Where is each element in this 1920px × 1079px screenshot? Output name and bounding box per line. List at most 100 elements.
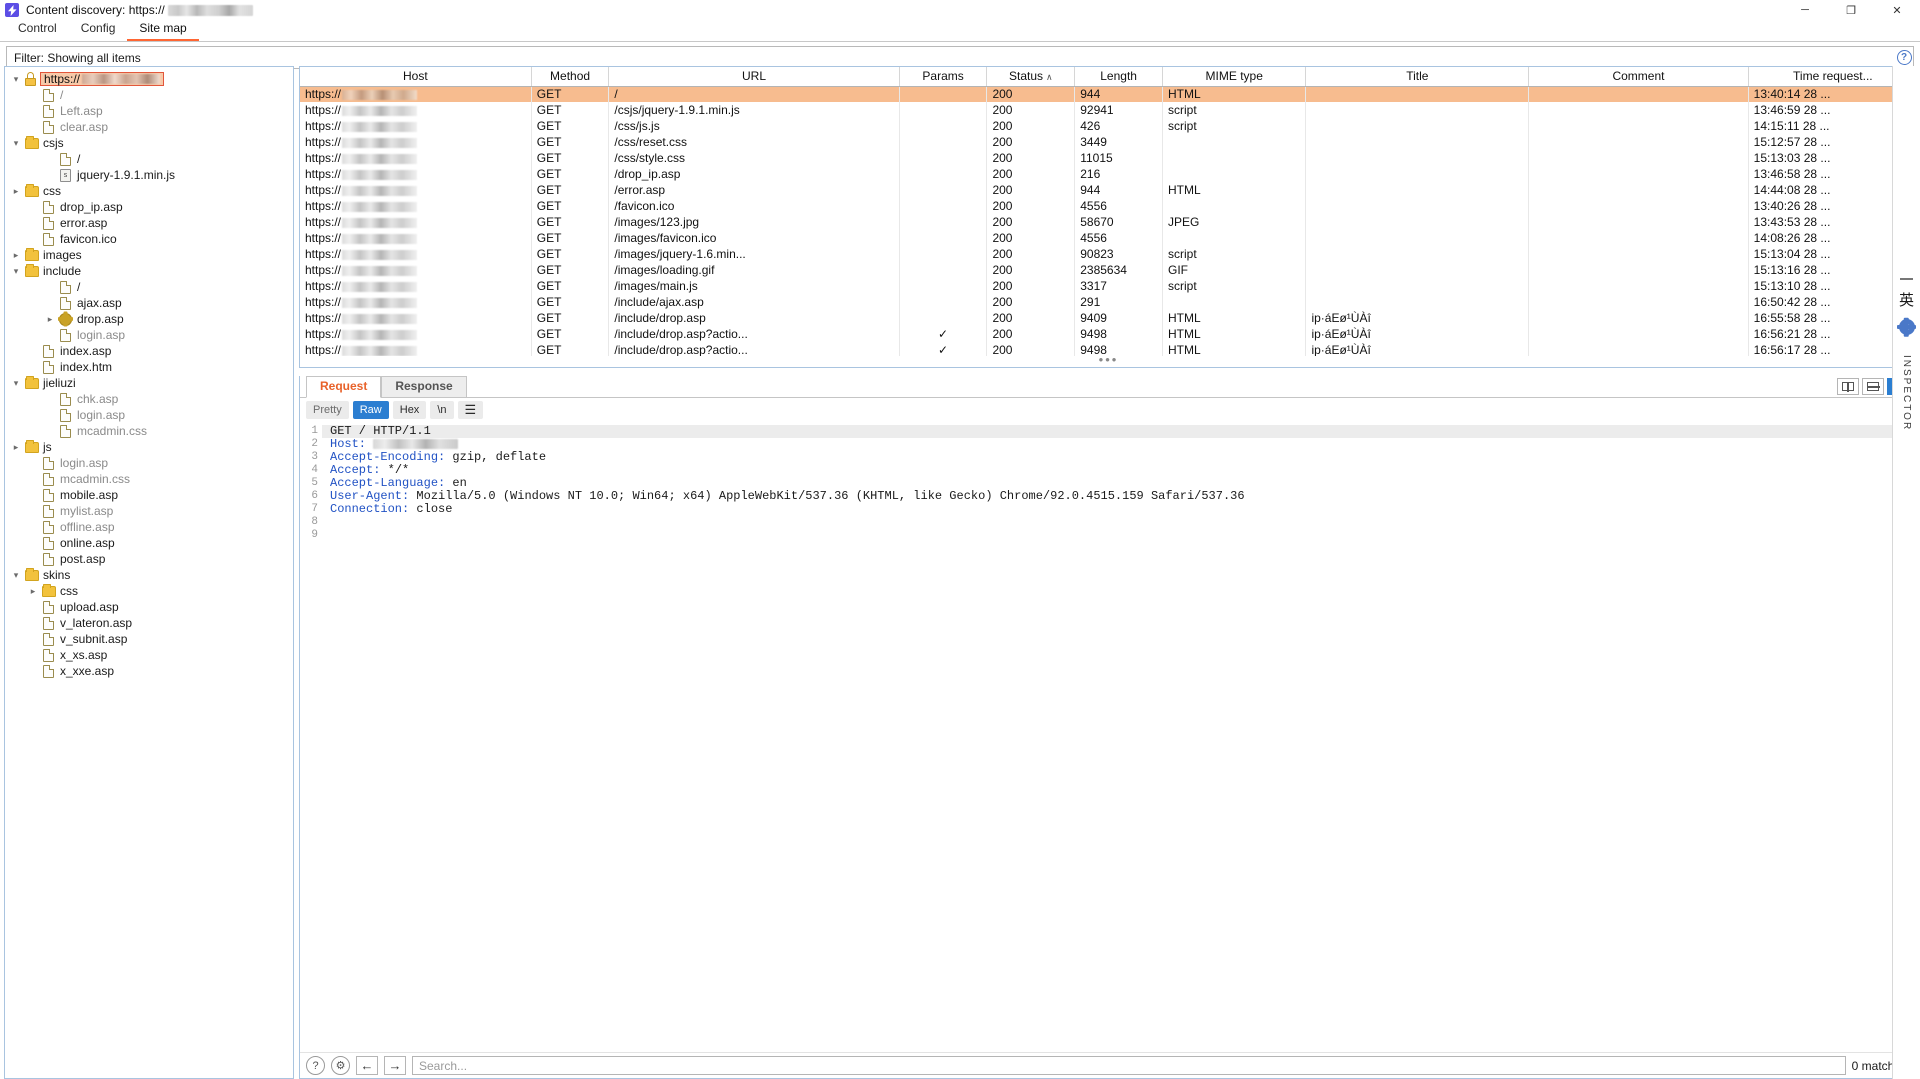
table-row[interactable]: https://GET/include/ajax.asp20029116:50:… bbox=[300, 294, 1917, 310]
collapse-icon[interactable] bbox=[1900, 278, 1913, 280]
tree-row[interactable]: drop_ip.asp bbox=[5, 199, 293, 215]
table-row[interactable]: https://GET/css/reset.css200344915:12:57… bbox=[300, 134, 1917, 150]
tab-response[interactable]: Response bbox=[381, 376, 466, 397]
tree-row[interactable]: v_lateron.asp bbox=[5, 615, 293, 631]
tree-row[interactable]: login.asp bbox=[5, 327, 293, 343]
table-row[interactable]: https://GET/images/favicon.ico200455614:… bbox=[300, 230, 1917, 246]
newline-button[interactable]: \n bbox=[430, 401, 453, 419]
chevron-down-icon[interactable]: ▾ bbox=[9, 567, 23, 583]
split-view-icon[interactable] bbox=[1837, 378, 1859, 395]
tree-row[interactable]: clear.asp bbox=[5, 119, 293, 135]
tab-site-map[interactable]: Site map bbox=[127, 19, 198, 41]
table-row[interactable]: https://GET/images/jquery-1.6.min...2009… bbox=[300, 246, 1917, 262]
tree-row[interactable]: mcadmin.css bbox=[5, 423, 293, 439]
table-row[interactable]: https://GET/favicon.ico200455613:40:26 2… bbox=[300, 198, 1917, 214]
tree-row[interactable]: upload.asp bbox=[5, 599, 293, 615]
chevron-right-icon[interactable]: ▸ bbox=[9, 247, 23, 263]
tree-row[interactable]: mylist.asp bbox=[5, 503, 293, 519]
tree-row[interactable]: online.asp bbox=[5, 535, 293, 551]
table-row[interactable]: https://GET/include/drop.asp?actio...✓20… bbox=[300, 326, 1917, 342]
tree-row[interactable]: mobile.asp bbox=[5, 487, 293, 503]
help-icon[interactable]: ? bbox=[1897, 50, 1912, 65]
hex-button[interactable]: Hex bbox=[393, 401, 427, 419]
tree-row[interactable]: mcadmin.css bbox=[5, 471, 293, 487]
chevron-right-icon[interactable]: ▸ bbox=[26, 583, 40, 599]
tree-row[interactable]: chk.asp bbox=[5, 391, 293, 407]
tree-row[interactable]: / bbox=[5, 279, 293, 295]
language-icon[interactable]: 英 bbox=[1899, 289, 1914, 310]
tree-row[interactable]: post.asp bbox=[5, 551, 293, 567]
tree-row[interactable]: ▸css bbox=[5, 583, 293, 599]
column-header-title[interactable]: Title bbox=[1306, 67, 1529, 86]
chevron-down-icon[interactable]: ▾ bbox=[9, 375, 23, 391]
tree-row[interactable]: login.asp bbox=[5, 455, 293, 471]
column-header-status[interactable]: Status∧ bbox=[987, 67, 1075, 86]
tree-row-root[interactable]: ▾ https:// bbox=[5, 71, 293, 87]
column-header-url[interactable]: URL bbox=[609, 67, 899, 86]
tree-row[interactable]: ▸css bbox=[5, 183, 293, 199]
column-header-mime-type[interactable]: MIME type bbox=[1162, 67, 1305, 86]
chevron-right-icon[interactable]: ▸ bbox=[9, 183, 23, 199]
table-row[interactable]: https://GET/include/drop.asp2009409HTMLi… bbox=[300, 310, 1917, 326]
table-resize-handle[interactable]: ••• bbox=[300, 356, 1917, 367]
tree-row[interactable]: Left.asp bbox=[5, 103, 293, 119]
tree-row[interactable]: index.htm bbox=[5, 359, 293, 375]
help-icon-bottom[interactable]: ? bbox=[306, 1056, 325, 1075]
tree-row[interactable]: ▾skins bbox=[5, 567, 293, 583]
column-header-length[interactable]: Length bbox=[1075, 67, 1163, 86]
table-row[interactable]: https://GET/drop_ip.asp20021613:46:58 28… bbox=[300, 166, 1917, 182]
tab-config[interactable]: Config bbox=[69, 19, 128, 41]
chevron-down-icon[interactable]: ▾ bbox=[9, 135, 23, 151]
site-map-tree-pane[interactable]: ▾ https:// /Left.aspclear.asp▾csjs/sjque… bbox=[4, 66, 294, 1079]
tab-request[interactable]: Request bbox=[306, 376, 381, 398]
close-button[interactable]: ✕ bbox=[1874, 0, 1920, 20]
table-row[interactable]: https://GET/200944HTML13:40:14 28 ... bbox=[300, 86, 1917, 102]
tree-row[interactable]: login.asp bbox=[5, 407, 293, 423]
chevron-down-icon[interactable]: ▾ bbox=[9, 263, 23, 279]
table-row[interactable]: https://GET/images/loading.gif2002385634… bbox=[300, 262, 1917, 278]
column-header-comment[interactable]: Comment bbox=[1529, 67, 1748, 86]
table-row[interactable]: https://GET/images/main.js2003317script1… bbox=[300, 278, 1917, 294]
search-input[interactable]: Search... bbox=[412, 1056, 1846, 1075]
pretty-button[interactable]: Pretty bbox=[306, 401, 349, 419]
tree-row[interactable]: ▸drop.asp bbox=[5, 311, 293, 327]
site-map-tree[interactable]: ▾ https:// /Left.aspclear.asp▾csjs/sjque… bbox=[5, 67, 293, 679]
sitemap-table-wrap[interactable]: Host Method URL Params Status∧ Length MI… bbox=[299, 66, 1918, 368]
tree-row[interactable]: offline.asp bbox=[5, 519, 293, 535]
gear-icon-bottom[interactable]: ⚙ bbox=[331, 1056, 350, 1075]
tree-row[interactable]: ▾include bbox=[5, 263, 293, 279]
tree-row[interactable]: v_subnit.asp bbox=[5, 631, 293, 647]
tree-row[interactable]: ▸images bbox=[5, 247, 293, 263]
tree-row[interactable]: ▸js bbox=[5, 439, 293, 455]
table-row[interactable]: https://GET/css/style.css2001101515:13:0… bbox=[300, 150, 1917, 166]
request-editor[interactable]: 123456789 GET / HTTP/1.1Host: Accept-Enc… bbox=[300, 422, 1917, 1052]
tree-row[interactable]: ▾csjs bbox=[5, 135, 293, 151]
inspector-label[interactable]: INSPECTOR bbox=[1901, 355, 1912, 431]
chevron-right-icon[interactable]: ▸ bbox=[9, 439, 23, 455]
minimize-button[interactable]: ─ bbox=[1782, 0, 1828, 20]
table-row[interactable]: https://GET/images/123.jpg20058670JPEG13… bbox=[300, 214, 1917, 230]
gear-icon-rail[interactable] bbox=[1899, 319, 1915, 335]
table-row[interactable]: https://GET/csjs/jquery-1.9.1.min.js2009… bbox=[300, 102, 1917, 118]
request-code[interactable]: GET / HTTP/1.1Host: Accept-Encoding: gzi… bbox=[322, 422, 1917, 1052]
tree-row[interactable]: sjquery-1.9.1.min.js bbox=[5, 167, 293, 183]
sitemap-table-body[interactable]: https://GET/200944HTML13:40:14 28 ...htt… bbox=[300, 86, 1917, 356]
tree-row[interactable]: ▾jieliuzi bbox=[5, 375, 293, 391]
chevron-right-icon[interactable]: ▸ bbox=[43, 311, 57, 327]
tree-row[interactable]: error.asp bbox=[5, 215, 293, 231]
tree-row[interactable]: x_xs.asp bbox=[5, 647, 293, 663]
forward-arrow-icon[interactable]: → bbox=[384, 1056, 406, 1075]
tab-control[interactable]: Control bbox=[6, 19, 69, 41]
column-header-params[interactable]: Params bbox=[899, 67, 987, 86]
filter-help-icon-wrap[interactable]: ? bbox=[1894, 48, 1914, 68]
column-header-host[interactable]: Host bbox=[300, 67, 531, 86]
message-menu-icon[interactable]: ☰ bbox=[458, 401, 484, 419]
tree-row[interactable]: index.asp bbox=[5, 343, 293, 359]
tree-row[interactable]: / bbox=[5, 87, 293, 103]
table-row[interactable]: https://GET/css/js.js200426script14:15:1… bbox=[300, 118, 1917, 134]
tree-row[interactable]: / bbox=[5, 151, 293, 167]
rows-view-icon[interactable] bbox=[1862, 378, 1884, 395]
maximize-button[interactable]: ❐ bbox=[1828, 0, 1874, 20]
table-row[interactable]: https://GET/error.asp200944HTML14:44:08 … bbox=[300, 182, 1917, 198]
chevron-down-icon[interactable]: ▾ bbox=[9, 71, 23, 87]
